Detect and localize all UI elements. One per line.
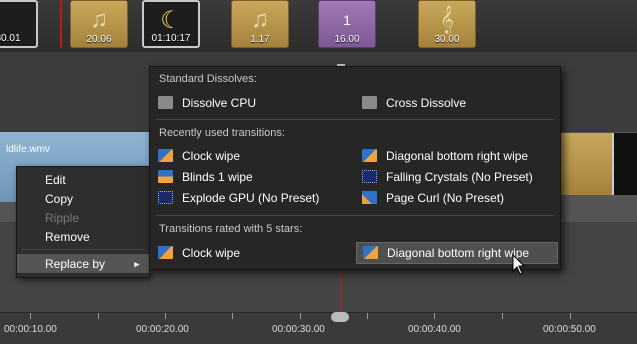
- dissolve-icon: [362, 96, 377, 109]
- thumbnail-label: 20.06: [86, 34, 112, 45]
- clip-boundary-marker: [60, 0, 62, 48]
- transition-cross-dissolve[interactable]: Cross Dissolve: [362, 94, 552, 112]
- title-frame-icon: 1: [343, 12, 351, 28]
- blinds-icon: [158, 170, 173, 183]
- transition-diagonal-bottom-right-wipe[interactable]: Diagonal bottom right wipe: [362, 147, 552, 165]
- menu-item-edit[interactable]: Edit: [17, 170, 149, 189]
- rated-transitions-header: Transitions rated with 5 stars:: [159, 223, 303, 235]
- transition-page-curl[interactable]: Page Curl (No Preset): [362, 189, 552, 207]
- clip-name: ldlife.wmv: [6, 144, 50, 155]
- transition-clock-wipe[interactable]: Clock wipe: [158, 147, 348, 165]
- moon-icon: ☾: [160, 7, 182, 34]
- thumbnail-clip[interactable]: ☾ 01:10:17: [142, 0, 200, 48]
- ruler-time-label: 00:00:10.00: [4, 324, 57, 335]
- transition-clock-wipe-rated[interactable]: Clock wipe: [158, 244, 348, 262]
- menu-item-copy[interactable]: Copy: [17, 189, 149, 208]
- wipe-icon: [158, 246, 173, 259]
- playhead[interactable]: [340, 270, 341, 318]
- timeline-ruler[interactable]: 00:00:10.00 00:00:20.00 00:00:30.00 00:0…: [0, 312, 637, 344]
- ruler-time-label: 00:00:40.00: [408, 324, 461, 335]
- dissolve-icon: [158, 96, 173, 109]
- explode-icon: [158, 191, 173, 204]
- playhead-handle[interactable]: [331, 312, 349, 322]
- thumbnail-label: 01:10:17: [151, 33, 191, 44]
- thumbnail-clip[interactable]: ♫ 20.06: [70, 0, 128, 48]
- ruler-time-label: 00:00:30.00: [272, 324, 325, 335]
- transition-diagonal-bottom-right-wipe-rated[interactable]: Diagonal bottom right wipe: [356, 242, 558, 264]
- wipe-icon: [158, 149, 173, 162]
- menu-item-remove[interactable]: Remove: [17, 227, 149, 246]
- music-note-icon: ♫: [251, 6, 269, 33]
- mouse-cursor-icon: [512, 254, 526, 275]
- menu-item-replace-by[interactable]: Replace by ▸: [17, 254, 149, 273]
- menu-divider: [21, 249, 145, 250]
- ruler-time-label: 00:00:50.00: [543, 324, 596, 335]
- transition-blinds-1-wipe[interactable]: Blinds 1 wipe: [158, 168, 348, 186]
- transition-dissolve-cpu[interactable]: Dissolve CPU: [158, 94, 348, 112]
- menu-item-ripple: Ripple: [45, 211, 80, 225]
- transition-explode-gpu[interactable]: Explode GPU (No Preset): [158, 189, 348, 207]
- page-curl-icon: [362, 191, 377, 204]
- audio-clip[interactable]: [560, 133, 612, 195]
- thumbnail-clip[interactable]: 𝄞 30.00: [418, 0, 476, 48]
- thumbnail-label: 30.00: [434, 34, 460, 45]
- wipe-icon: [363, 246, 378, 259]
- video-clip[interactable]: [612, 133, 637, 195]
- standard-dissolves-header: Standard Dissolves:: [159, 73, 257, 85]
- thumbnail-label: 30.01: [0, 33, 21, 44]
- recent-transitions-header: Recently used transitions:: [159, 127, 285, 139]
- wipe-icon: [362, 149, 377, 162]
- submenu-arrow-icon: ▸: [134, 259, 139, 269]
- transitions-submenu: Standard Dissolves: Dissolve CPU Cross D…: [149, 66, 561, 270]
- thumbnail-label: 1.17: [250, 34, 270, 45]
- context-menu: Edit Copy Ripple Remove Replace by ▸: [16, 166, 150, 278]
- transition-falling-crystals[interactable]: Falling Crystals (No Preset): [362, 168, 552, 186]
- music-note-icon: ♫: [90, 6, 108, 33]
- treble-clef-icon: 𝄞: [439, 6, 455, 33]
- thumbnail-clip[interactable]: ♫ 1.17: [231, 0, 289, 48]
- crystals-icon: [362, 170, 377, 183]
- thumbnail-strip: 30.01 ♫ 20.06 ☾ 01:10:17 ♫ 1.17 1 16.00 …: [0, 0, 637, 52]
- thumbnail-clip[interactable]: 1 16.00: [318, 0, 376, 48]
- thumbnail-label: 16.00: [334, 34, 360, 45]
- ruler-time-label: 00:00:20.00: [136, 324, 189, 335]
- thumbnail-clip[interactable]: 30.01: [0, 0, 38, 48]
